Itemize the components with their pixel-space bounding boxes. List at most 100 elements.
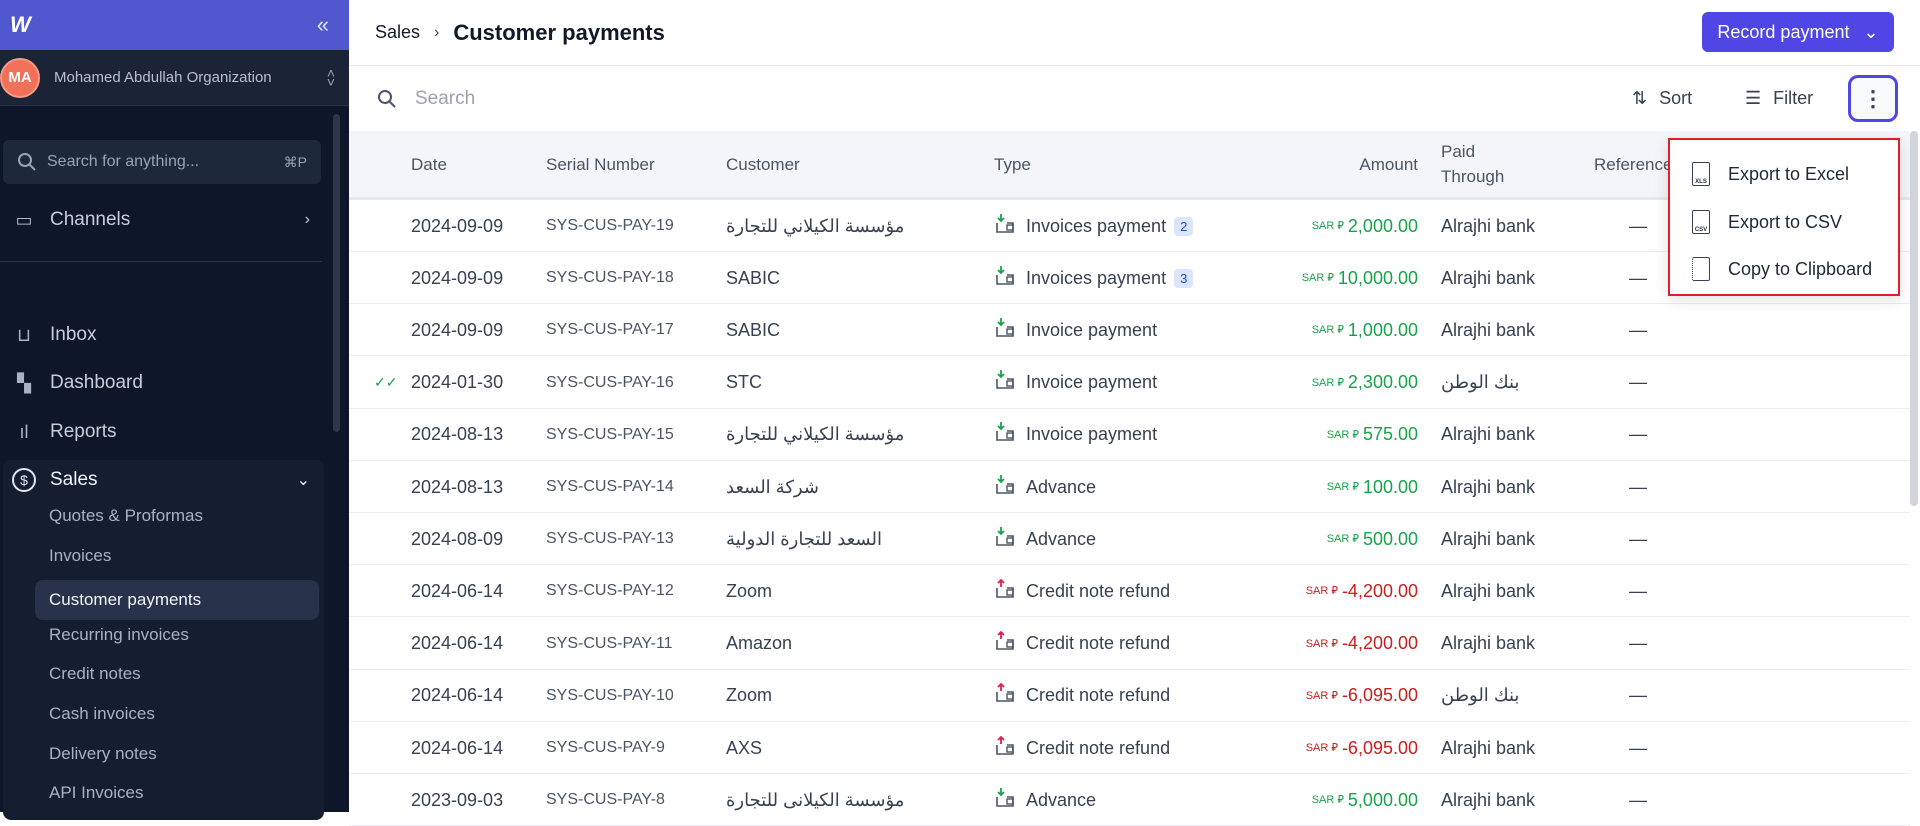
menu-export-excel[interactable]: XLS Export to Excel bbox=[1692, 162, 1849, 186]
currency-label: SAR ⃁ bbox=[1326, 481, 1359, 493]
cell-date: 2024-09-09 bbox=[411, 319, 504, 340]
cell-customer: مؤسسة الكيلانى للتجارة bbox=[726, 789, 905, 810]
sidebar-scrollbar[interactable] bbox=[333, 114, 340, 432]
file-tag: CSV bbox=[1694, 227, 1708, 233]
chevron-down-icon: ⌄ bbox=[1863, 21, 1879, 42]
col-date[interactable]: Date bbox=[411, 131, 447, 197]
search-input[interactable]: Search bbox=[377, 88, 475, 110]
cell-reference: — bbox=[1629, 580, 1647, 601]
table-row[interactable]: 2024-06-14 SYS-CUS-PAY-12 Zoom Credit note … bbox=[349, 565, 1910, 618]
record-payment-button[interactable]: Record payment ⌄ bbox=[1702, 12, 1894, 52]
payment-in-icon bbox=[994, 264, 1026, 293]
type-label: Credit note refund bbox=[1026, 737, 1171, 758]
cell-amount: SAR ⃁ 2,300.00 bbox=[1209, 357, 1418, 409]
col-paid-through[interactable]: Paid Through bbox=[1441, 131, 1531, 197]
table-row[interactable]: 2023-09-03 SYS-CUS-PAY-8 مؤسسة الكيلانى لل… bbox=[349, 774, 1910, 826]
cell-reference: — bbox=[1629, 528, 1647, 549]
sidebar-search-placeholder: Search for anything... bbox=[47, 153, 200, 170]
menu-export-csv[interactable]: CSV Export to CSV bbox=[1692, 210, 1842, 234]
cell-date: 2024-08-09 bbox=[411, 528, 504, 549]
cell-serial: SYS-CUS-PAY-10 bbox=[546, 686, 674, 704]
col-type[interactable]: Type bbox=[994, 131, 1031, 197]
search-placeholder: Search bbox=[415, 87, 476, 109]
cell-customer: مؤسسة الكيلاني للتجارة bbox=[726, 424, 905, 445]
sidebar-subitem[interactable]: Cash invoices bbox=[49, 704, 155, 724]
payment-in-icon bbox=[994, 786, 1026, 815]
cell-customer: شركة السعد bbox=[726, 476, 819, 497]
export-menu: XLS Export to Excel CSV Export to CSV Co… bbox=[1668, 138, 1900, 296]
cell-paid-through: Alrajhi bank bbox=[1441, 528, 1536, 549]
sidebar-subitem[interactable]: API Invoices bbox=[49, 783, 144, 803]
cell-type: Invoice payment bbox=[994, 304, 1157, 356]
kebab-icon: ⋮ bbox=[1862, 85, 1884, 111]
payment-in-icon bbox=[994, 525, 1026, 554]
cell-amount: SAR ⃁ 2,000.00 bbox=[1209, 200, 1418, 252]
chevron-up-down-icon: ˄ ˅ bbox=[326, 64, 335, 90]
table-row[interactable]: ✓✓ 2024-01-30 SYS-CUS-PAY-16 STC Invoice pay… bbox=[349, 357, 1910, 409]
payment-in-icon bbox=[994, 473, 1026, 502]
cell-serial: SYS-CUS-PAY-11 bbox=[546, 634, 673, 652]
sidebar-item-sales[interactable]: $ Sales ⌄ bbox=[0, 465, 330, 495]
breadcrumb-sales[interactable]: Sales bbox=[375, 22, 420, 43]
amount-value: 575.00 bbox=[1362, 424, 1418, 445]
sidebar-subitem[interactable]: Quotes & Proformas bbox=[49, 506, 203, 526]
cell-reference: — bbox=[1629, 476, 1647, 497]
menu-copy-clipboard[interactable]: Copy to Clipboard bbox=[1692, 257, 1872, 281]
collapse-sidebar-icon[interactable]: « bbox=[317, 12, 329, 38]
payment-in-icon bbox=[994, 368, 1026, 397]
cell-customer: Zoom bbox=[726, 580, 773, 601]
table-row[interactable]: 2024-06-14 SYS-CUS-PAY-11 Amazon Credit not… bbox=[349, 618, 1910, 670]
currency-label: SAR ⃁ bbox=[1311, 220, 1344, 232]
sidebar-item-channels[interactable]: ▭ Channels › bbox=[0, 205, 330, 235]
type-label: Advance bbox=[1026, 476, 1097, 497]
cell-serial: SYS-CUS-PAY-8 bbox=[546, 791, 665, 809]
currency-label: SAR ⃁ bbox=[1301, 272, 1334, 285]
org-switcher[interactable]: MA Mohamed Abdullah Organization ˄ ˅ bbox=[0, 50, 349, 106]
bar-chart-icon: ıl bbox=[19, 421, 29, 442]
table-scrollbar[interactable] bbox=[1910, 131, 1918, 506]
cell-reference: — bbox=[1629, 372, 1647, 393]
more-options-button[interactable]: ⋮ bbox=[1848, 75, 1898, 122]
amount-value: 2,300.00 bbox=[1347, 372, 1418, 393]
currency-label: SAR ⃁ bbox=[1326, 533, 1359, 546]
sidebar-item-dashboard[interactable]: ▚ Dashboard bbox=[0, 368, 330, 398]
col-reference[interactable]: Reference bbox=[1594, 131, 1672, 197]
table-row[interactable]: 2024-09-09 SYS-CUS-PAY-17 SABIC Invoice pay… bbox=[349, 304, 1910, 357]
table-row[interactable]: 2024-06-14 SYS-CUS-PAY-9 AXS Credit note re… bbox=[349, 722, 1910, 774]
cell-reference: — bbox=[1629, 633, 1647, 654]
cell-amount: SAR ⃁ 10,000.00 bbox=[1209, 252, 1418, 304]
sidebar-item-inbox[interactable]: ⊔ Inbox bbox=[0, 320, 330, 350]
table-row[interactable]: 2024-08-09 SYS-CUS-PAY-13 السعد للتجارة ال… bbox=[349, 513, 1910, 566]
cell-paid-through: Alrajhi bank bbox=[1441, 215, 1536, 236]
sidebar-item-reports[interactable]: ıl Reports bbox=[0, 417, 330, 447]
col-serial[interactable]: Serial Number bbox=[546, 131, 655, 197]
search-icon bbox=[378, 89, 396, 108]
col-amount[interactable]: Amount bbox=[1309, 131, 1418, 197]
sidebar-subitem[interactable]: Credit notes bbox=[49, 664, 141, 684]
sidebar-subitem[interactable]: Delivery notes bbox=[49, 744, 157, 764]
sort-button[interactable]: ⇅ Sort bbox=[1632, 88, 1692, 109]
table-row[interactable]: 2024-06-14 SYS-CUS-PAY-10 Zoom Credit note … bbox=[349, 670, 1910, 722]
chevron-down-icon: ⌄ bbox=[296, 472, 310, 489]
table-row[interactable]: 2024-08-13 SYS-CUS-PAY-15 مؤسسة الكيلاني ل… bbox=[349, 409, 1910, 461]
cell-serial: SYS-CUS-PAY-18 bbox=[546, 269, 674, 287]
cell-customer: مؤسسة الكيلاني للتجارة bbox=[726, 215, 905, 236]
sidebar-topbar: W « bbox=[0, 0, 349, 50]
table-row[interactable]: 2024-08-13 SYS-CUS-PAY-14 شركة السعد Advanc… bbox=[349, 461, 1910, 513]
cell-amount: SAR ⃁ -6,095.00 bbox=[1209, 722, 1418, 774]
sidebar-subitem[interactable]: Invoices bbox=[49, 546, 111, 566]
page-title: Customer payments bbox=[453, 19, 665, 45]
sidebar-subitem[interactable]: Customer payments bbox=[35, 580, 319, 620]
cell-serial: SYS-CUS-PAY-19 bbox=[546, 217, 674, 234]
cell-customer: SABIC bbox=[726, 267, 781, 288]
cell-date: 2024-08-13 bbox=[411, 476, 504, 497]
type-label: Credit note refund bbox=[1026, 685, 1171, 706]
cell-date: 2024-06-14 bbox=[411, 737, 504, 758]
sidebar-search[interactable]: Search for anything... ⌘P bbox=[3, 140, 321, 184]
menu-item-label: Export to CSV bbox=[1728, 211, 1843, 232]
sidebar-subitem[interactable]: Recurring invoices bbox=[49, 625, 189, 645]
cell-date: 2024-06-14 bbox=[411, 685, 504, 706]
col-customer[interactable]: Customer bbox=[726, 131, 800, 197]
cell-paid-through: بنك الوطن bbox=[1441, 372, 1520, 393]
filter-button[interactable]: ☰ Filter bbox=[1745, 88, 1813, 109]
